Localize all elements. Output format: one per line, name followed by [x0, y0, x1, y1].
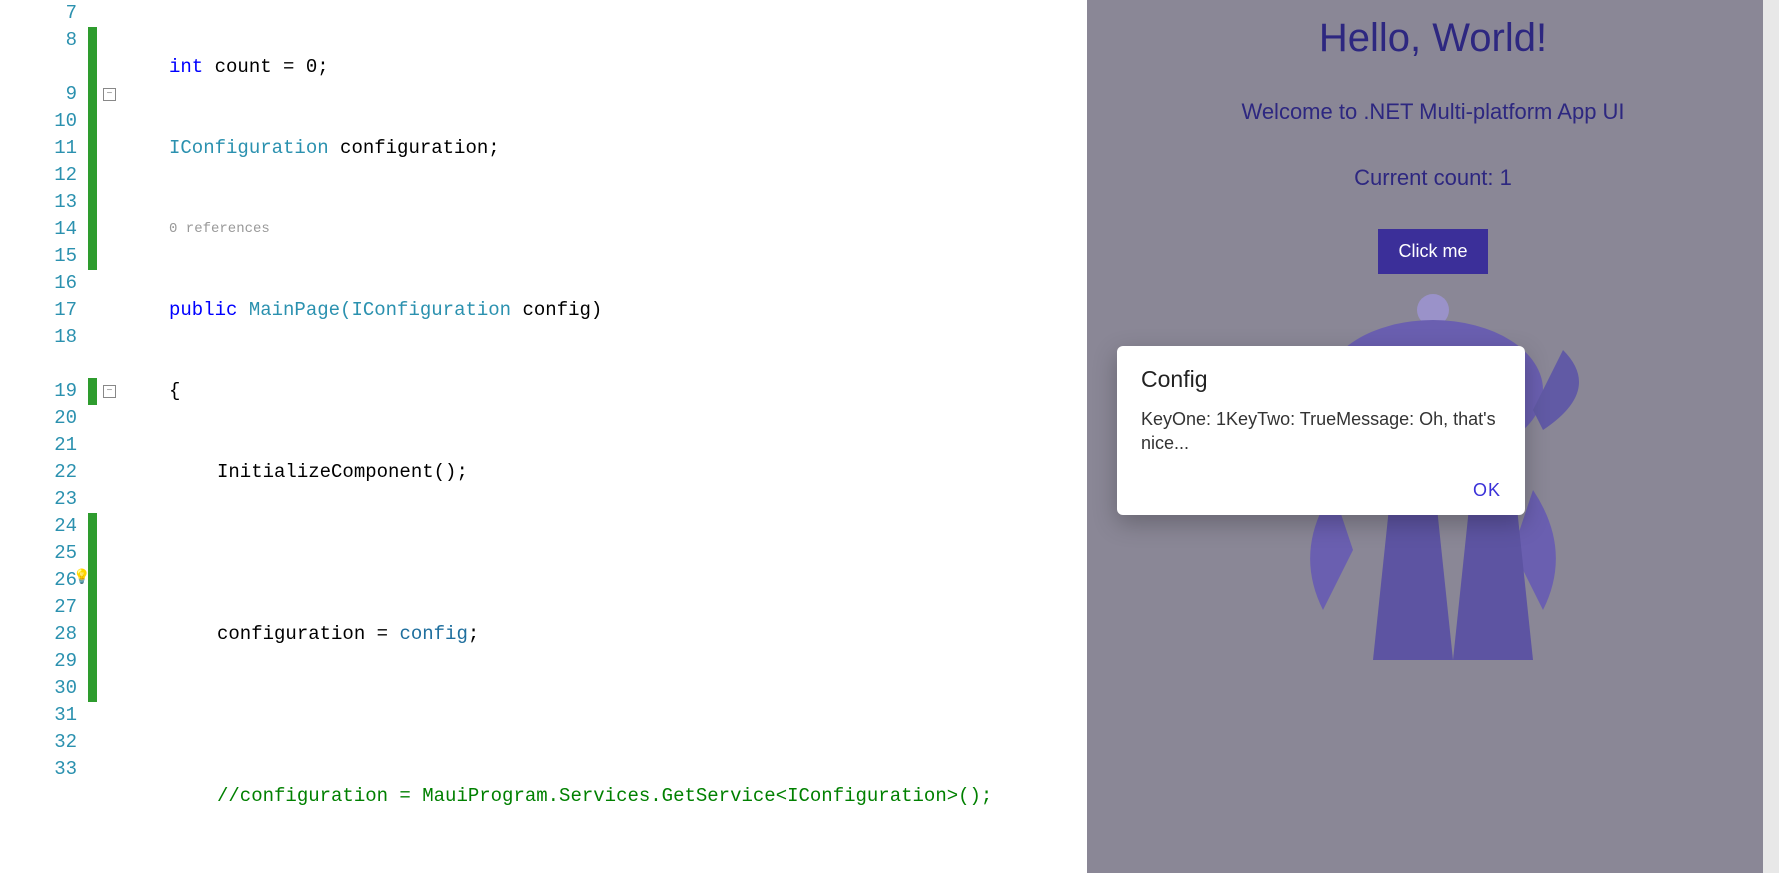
line-number: 10 — [0, 108, 77, 135]
line-number: 19 — [0, 378, 77, 405]
fold-toggle-icon[interactable]: − — [103, 385, 116, 398]
change-marker — [88, 27, 97, 270]
line-number: 14 — [0, 216, 77, 243]
line-number: 32 — [0, 729, 77, 756]
code-line[interactable]: { — [121, 378, 1087, 405]
line-number: 21 — [0, 432, 77, 459]
dialog-ok-button[interactable]: OK — [1473, 480, 1501, 501]
lightbulb-icon[interactable]: 💡 — [73, 569, 90, 586]
app-count-label: Current count: 1 — [1087, 165, 1779, 191]
line-number: 33 — [0, 756, 77, 783]
vertical-scrollbar[interactable] — [1763, 0, 1779, 873]
app-header: Hello, World! Welcome to .NET Multi-plat… — [1087, 0, 1779, 274]
change-marker — [88, 378, 97, 405]
line-number: 16 — [0, 270, 77, 297]
line-number: 7 — [0, 0, 77, 27]
code-line[interactable]: configuration = config; — [121, 621, 1087, 648]
app-preview-pane: Hello, World! Welcome to .NET Multi-plat… — [1087, 0, 1779, 873]
fold-toggle-icon[interactable]: − — [103, 88, 116, 101]
code-line[interactable] — [121, 540, 1087, 567]
code-line[interactable]: //configuration = MauiProgram.Services.G… — [121, 783, 1087, 810]
line-number: 24 — [0, 513, 77, 540]
alert-dialog: Config KeyOne: 1KeyTwo: TrueMessage: Oh,… — [1117, 346, 1525, 515]
dialog-title: Config — [1141, 366, 1501, 393]
line-number: 11 — [0, 135, 77, 162]
code-line[interactable]: InitializeComponent(); — [121, 459, 1087, 486]
line-number: 31 — [0, 702, 77, 729]
line-number: 26 — [0, 567, 77, 594]
code-line[interactable] — [121, 702, 1087, 729]
app-title: Hello, World! — [1087, 16, 1779, 61]
line-number: 13 — [0, 189, 77, 216]
line-number: 20 — [0, 405, 77, 432]
line-number: 8 — [0, 27, 77, 54]
line-number: 23 — [0, 486, 77, 513]
change-marker — [88, 513, 97, 702]
code-line[interactable]: public MainPage(IConfiguration config) — [121, 297, 1087, 324]
line-number: 18 — [0, 324, 77, 351]
fold-gutter: − − 💡 — [103, 0, 121, 873]
line-number: 17 — [0, 297, 77, 324]
line-number: 28 — [0, 621, 77, 648]
code-line[interactable] — [121, 864, 1087, 873]
code-line[interactable]: IConfiguration configuration; — [121, 135, 1087, 162]
code-line[interactable]: int count = 0; — [121, 54, 1087, 81]
code-editor-pane[interactable]: 7 8 9 10 11 12 13 14 15 16 17 18 19 20 2… — [0, 0, 1087, 873]
dialog-body: KeyOne: 1KeyTwo: TrueMessage: Oh, that's… — [1141, 407, 1501, 456]
line-number-gutter: 7 8 9 10 11 12 13 14 15 16 17 18 19 20 2… — [0, 0, 85, 873]
line-number: 12 — [0, 162, 77, 189]
line-number: 9 — [0, 81, 77, 108]
line-number: 15 — [0, 243, 77, 270]
line-number: 27 — [0, 594, 77, 621]
line-number: 25 — [0, 540, 77, 567]
codelens-references[interactable]: 0 references — [121, 216, 1087, 243]
code-content[interactable]: int count = 0; IConfiguration configurat… — [121, 0, 1087, 873]
line-number: 22 — [0, 459, 77, 486]
change-marker-gutter — [85, 0, 103, 873]
line-number: 30 — [0, 675, 77, 702]
click-me-button[interactable]: Click me — [1378, 229, 1487, 274]
line-number: 29 — [0, 648, 77, 675]
app-subtitle: Welcome to .NET Multi-platform App UI — [1087, 99, 1779, 125]
